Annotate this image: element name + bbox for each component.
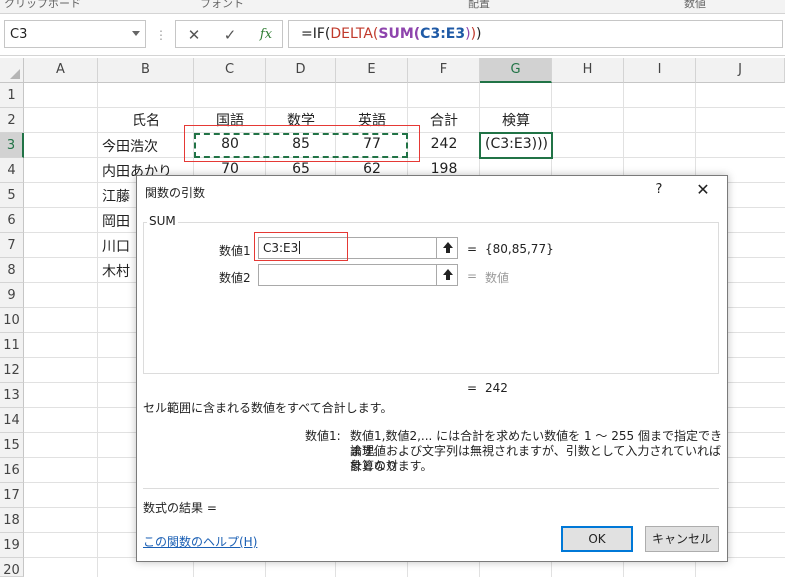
function-name: SUM <box>147 214 178 228</box>
column-header-a[interactable]: A <box>24 58 98 83</box>
formula-part-range: C3:E3 <box>420 26 466 42</box>
row-header-20[interactable]: 20 <box>0 558 24 577</box>
chevron-down-icon[interactable] <box>132 31 140 36</box>
function-result: 242 <box>485 381 508 395</box>
cell-g3-text: (C3:E3))) <box>485 136 548 152</box>
cancel-button[interactable]: キャンセル <box>645 526 719 552</box>
formula-result-label: 数式の結果 = <box>143 501 217 515</box>
confirm-entry-icon[interactable]: ✓ <box>218 24 242 46</box>
name-box[interactable]: C3 <box>4 20 146 48</box>
column-header-g[interactable]: G <box>480 58 552 83</box>
cancel-entry-icon[interactable]: ✕ <box>182 24 206 46</box>
row-header-14[interactable]: 14 <box>0 408 24 433</box>
arg1-highlight-box <box>254 232 348 261</box>
arg-description-line3: 象となります。 <box>350 459 433 473</box>
ribbon-group-labels: クリップボード フォント 配置 数値 <box>0 0 785 14</box>
row-header-11[interactable]: 11 <box>0 333 24 358</box>
close-icon[interactable]: ✕ <box>693 180 713 200</box>
cell-g2[interactable]: 検算 <box>480 110 552 130</box>
formula-bar: C3 ⋮ ✕ ✓ fx =IF(DELTA(SUM(C3:E3))) <box>0 14 785 56</box>
cell-f3[interactable]: 242 <box>408 136 480 152</box>
column-header-h[interactable]: H <box>552 58 624 83</box>
cell-d3[interactable]: 85 <box>266 136 336 152</box>
dialog-title: 関数の引数 <box>145 186 206 200</box>
ribbon-group-font: フォント <box>200 0 244 10</box>
formula-part-close3: ) <box>476 26 482 42</box>
row-header-15[interactable]: 15 <box>0 433 24 458</box>
cell-e3[interactable]: 77 <box>336 136 408 152</box>
row-header-6[interactable]: 6 <box>0 208 24 233</box>
ribbon-group-number: 数値 <box>684 0 706 10</box>
row-header-12[interactable]: 12 <box>0 358 24 383</box>
function-arguments-dialog: 関数の引数 ? ✕ SUM 数値1 C3:E3 = {80,85,77} 数値2… <box>136 175 728 562</box>
arg1-result: {80,85,77} <box>485 242 554 256</box>
column-header-i[interactable]: I <box>624 58 696 83</box>
column-header-j[interactable]: J <box>696 58 785 83</box>
column-header-d[interactable]: D <box>266 58 336 83</box>
row-header-10[interactable]: 10 <box>0 308 24 333</box>
row-header-16[interactable]: 16 <box>0 458 24 483</box>
formula-part-sum: SUM( <box>378 26 421 42</box>
formula-input[interactable]: =IF(DELTA(SUM(C3:E3))) <box>288 20 783 48</box>
active-cell-g3[interactable]: (C3:E3))) <box>479 132 553 159</box>
arg2-collapse-icon[interactable] <box>436 264 458 286</box>
formula-bar-grip-icon: ⋮ <box>155 28 167 42</box>
formula-part-delta: DELTA( <box>330 26 379 42</box>
function-help-link[interactable]: この関数のヘルプ(H) <box>143 533 257 550</box>
ribbon-group-clipboard: クリップボード <box>4 0 81 10</box>
help-icon[interactable]: ? <box>651 180 667 200</box>
name-box-value: C3 <box>10 27 28 42</box>
formula-part-if: =IF( <box>301 26 331 42</box>
row-header-2[interactable]: 2 <box>0 108 24 133</box>
ribbon-group-alignment: 配置 <box>468 0 490 10</box>
row-header-19[interactable]: 19 <box>0 533 24 558</box>
insert-function-icon[interactable]: fx <box>254 24 278 46</box>
formula-buttons: ✕ ✓ fx <box>175 20 283 48</box>
row-header-1[interactable]: 1 <box>0 83 24 108</box>
cell-c3[interactable]: 80 <box>194 136 266 152</box>
column-header-b[interactable]: B <box>98 58 194 83</box>
arg-description-label: 数値1: <box>305 429 341 443</box>
row-header-8[interactable]: 8 <box>0 258 24 283</box>
column-header-c[interactable]: C <box>194 58 266 83</box>
arg1-label: 数値1 <box>219 244 251 258</box>
arg2-result: 数値 <box>485 271 510 285</box>
row-header-13[interactable]: 13 <box>0 383 24 408</box>
arg1-equals: = <box>467 242 478 256</box>
row-header-18[interactable]: 18 <box>0 508 24 533</box>
row-header-7[interactable]: 7 <box>0 233 24 258</box>
result-equals: = <box>467 381 478 395</box>
row-header-9[interactable]: 9 <box>0 283 24 308</box>
arg2-input[interactable] <box>258 264 458 286</box>
row-header-5[interactable]: 5 <box>0 183 24 208</box>
function-description: セル範囲に含まれる数値をすべて合計します。 <box>143 401 393 415</box>
cell-b3[interactable]: 今田浩次 <box>98 136 194 156</box>
row-header-17[interactable]: 17 <box>0 483 24 508</box>
row-header-3[interactable]: 3 <box>0 133 24 158</box>
arg2-label: 数値2 <box>219 271 251 285</box>
cell-b2[interactable]: 氏名 <box>98 110 194 130</box>
arg2-equals: = <box>467 269 478 283</box>
column-header-f[interactable]: F <box>408 58 480 83</box>
column-header-e[interactable]: E <box>336 58 408 83</box>
dialog-divider <box>143 488 719 489</box>
select-all-corner[interactable] <box>0 58 24 83</box>
arg1-collapse-icon[interactable] <box>436 237 458 259</box>
row-header-4[interactable]: 4 <box>0 158 24 183</box>
ok-button[interactable]: OK <box>561 526 633 552</box>
gridline <box>24 107 785 108</box>
